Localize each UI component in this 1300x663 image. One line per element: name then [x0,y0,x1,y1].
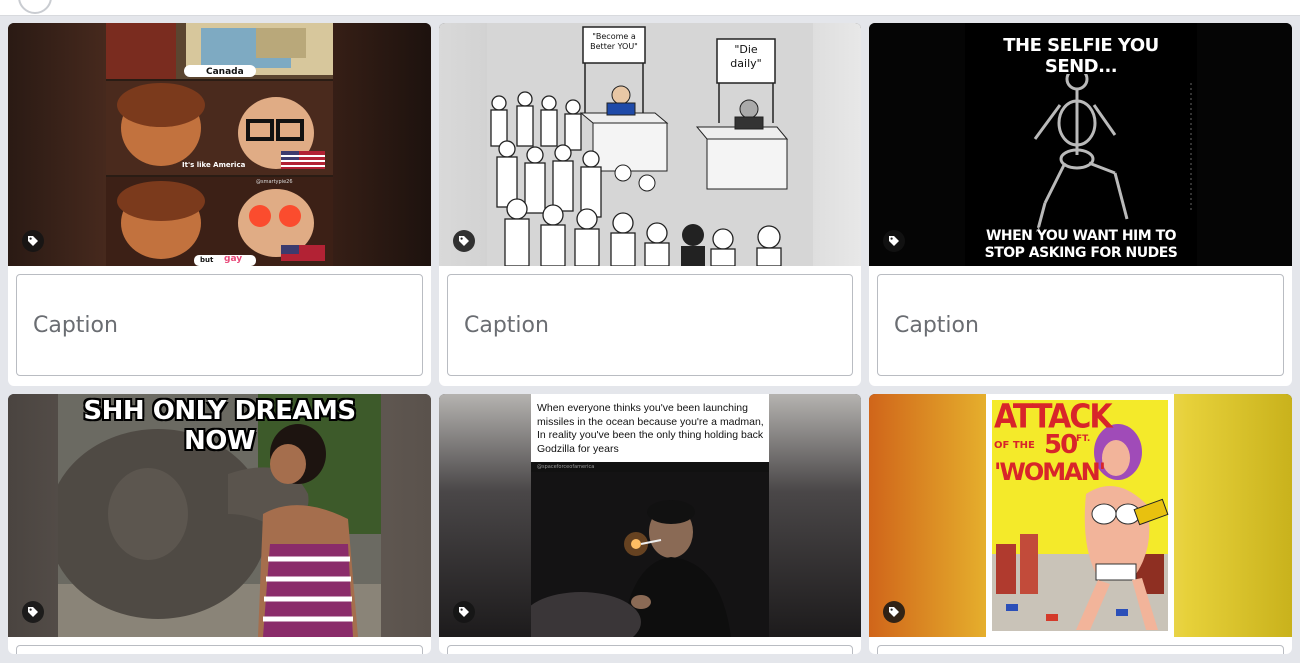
tag-icon [28,607,38,617]
meme-image: "Become a Better YOU" "Die daily" [487,23,813,266]
tag-button[interactable] [22,230,44,252]
sign-text: "Die daily" [730,43,762,70]
tag-icon [889,607,899,617]
tag-icon [889,236,899,246]
tag-icon [28,236,38,246]
meme-caption: When everyone thinks you've been launchi… [537,402,764,455]
tag-icon [459,607,469,617]
tag-button[interactable] [453,230,475,252]
tag-button[interactable] [883,601,905,623]
meme-card: Canada It's like America but gay @smarty… [8,23,431,386]
meme-image-area[interactable]: SHH ONLY DREAMS NOW [8,394,431,637]
panel-label: gay [224,254,243,264]
poster-title: FT. [1076,434,1091,444]
meme-grid: Canada It's like America but gay @smarty… [8,23,1292,654]
meme-top-text: THE SELFIE YOU SEND... [1003,35,1159,77]
meme-image-area[interactable]: ATTACK OF THE 50 FT. 'WOMAN' [869,394,1292,637]
meme-bottom-text: WHEN YOU WANT HIM TO STOP ASKING FOR NUD… [984,228,1178,261]
meme-card: THE SELFIE YOU SEND... WHEN YOU WANT HIM… [869,23,1292,386]
meme-card: When everyone thinks you've been launchi… [439,394,861,654]
meme-image: THE SELFIE YOU SEND... WHEN YOU WANT HIM… [965,23,1197,266]
caption-input[interactable] [16,274,423,376]
poster-title: OF THE [994,440,1035,451]
tag-button[interactable] [453,601,475,623]
watermark: @spaceforceofamerica [537,464,595,470]
watermark: @smartypie26 [256,179,293,185]
meme-image-area[interactable]: THE SELFIE YOU SEND... WHEN YOU WANT HIM… [869,23,1292,266]
caption-input[interactable] [877,645,1284,654]
meme-image-area[interactable]: Canada It's like America but gay @smarty… [8,23,431,266]
meme-card: ATTACK OF THE 50 FT. 'WOMAN' [869,394,1292,654]
panel-label: Canada [206,67,244,77]
meme-image: Canada It's like America but gay @smarty… [106,23,333,266]
meme-image: When everyone thinks you've been launchi… [531,394,769,637]
caption-input[interactable] [447,274,853,376]
caption-input[interactable] [447,645,853,654]
meme-top-text: SHH ONLY DREAMS NOW [83,396,356,456]
panel-label: but [200,256,214,264]
tag-icon [459,236,469,246]
panel-label: It's like America [182,161,246,169]
top-bar [0,0,1300,16]
meme-card: SHH ONLY DREAMS NOW [8,394,431,654]
caption-input[interactable] [877,274,1284,376]
sign-text: "Become a Better YOU" [590,32,638,51]
poster-title: 50 [1044,430,1078,460]
meme-image-area[interactable]: When everyone thinks you've been launchi… [439,394,861,637]
meme-image: SHH ONLY DREAMS NOW [58,394,381,637]
tag-button[interactable] [22,601,44,623]
avatar[interactable] [18,0,52,14]
meme-image: ATTACK OF THE 50 FT. 'WOMAN' [986,394,1174,637]
poster-title: 'WOMAN' [994,458,1106,486]
caption-input[interactable] [16,645,423,654]
meme-image-area[interactable]: "Become a Better YOU" "Die daily" [439,23,861,266]
meme-card: "Become a Better YOU" "Die daily" [439,23,861,386]
tag-button[interactable] [883,230,905,252]
